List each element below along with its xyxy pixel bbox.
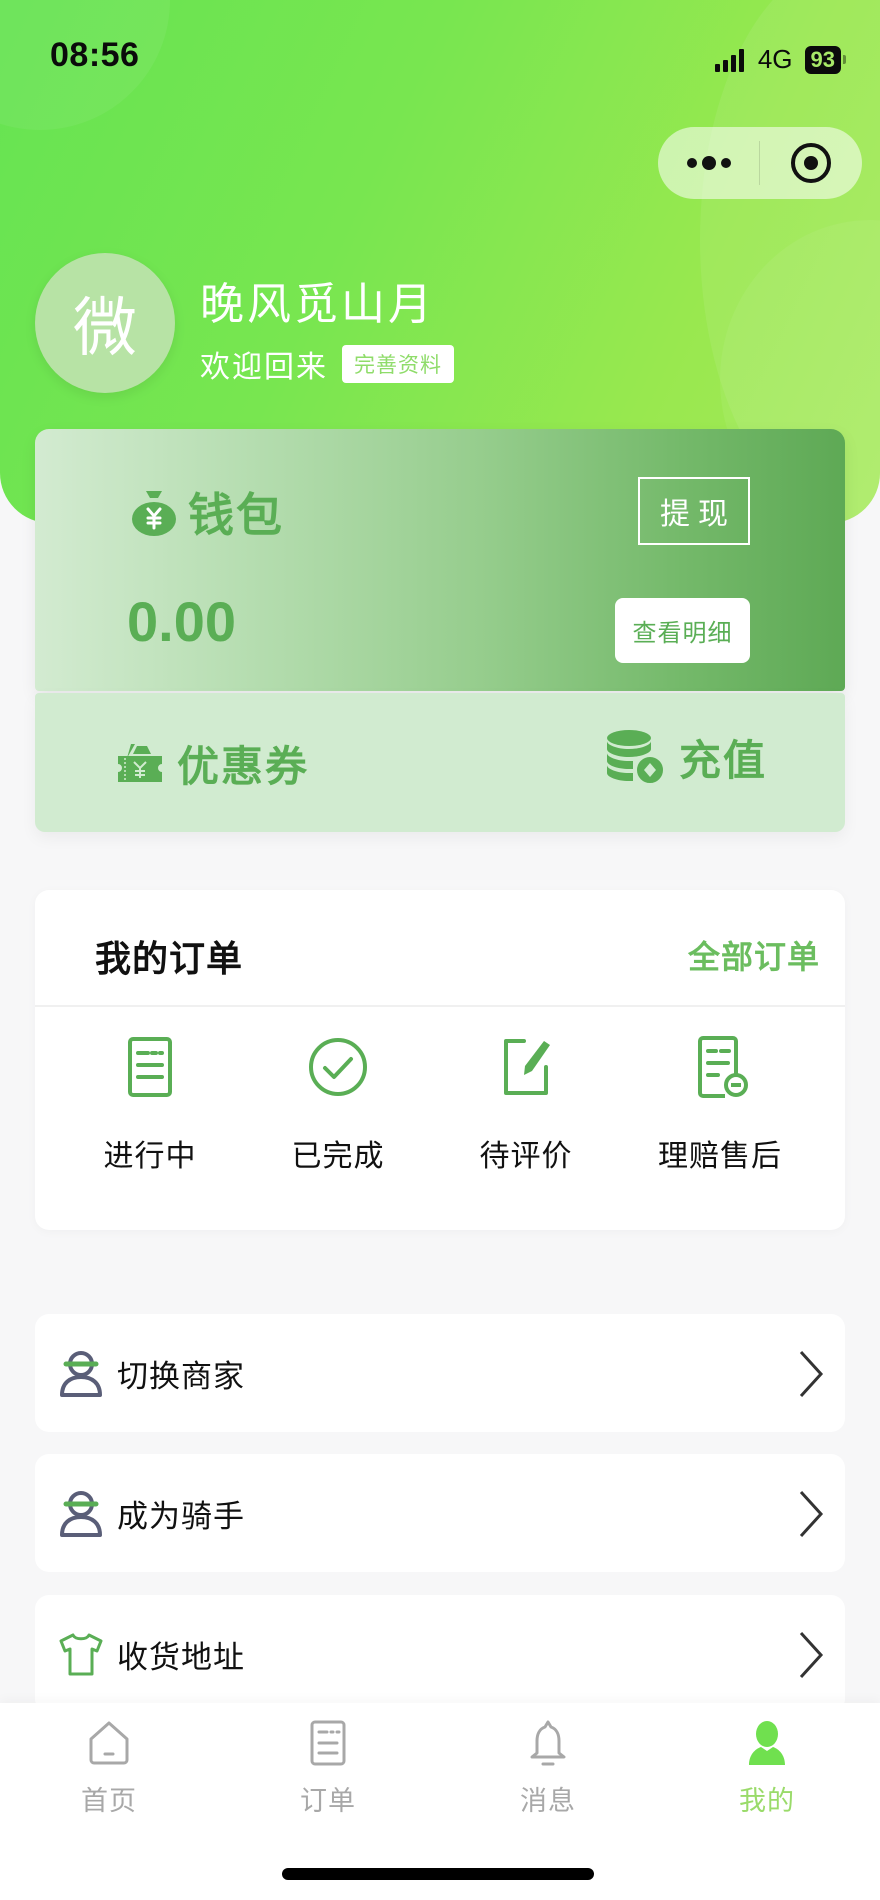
tab-home[interactable]: 首页 <box>49 1719 169 1818</box>
all-orders-link[interactable]: 全部订单 <box>688 932 820 978</box>
chevron-right-icon <box>799 1631 824 1679</box>
close-miniprogram-button[interactable] <box>760 143 862 183</box>
wallet-card: 钱包 提现 0.00 查看明细 <box>35 429 845 691</box>
menu-item-label: 切换商家 <box>117 1358 245 1395</box>
orders-title: 我的订单 <box>95 939 244 980</box>
tab-label: 首页 <box>81 1786 137 1817</box>
tab-label: 消息 <box>520 1786 576 1817</box>
coins-icon <box>607 729 665 785</box>
list-doc-icon <box>128 1037 172 1097</box>
view-details-button[interactable]: 查看明细 <box>615 598 750 663</box>
coupon-button[interactable]: 优惠券 <box>115 733 309 794</box>
menu-item-label: 成为骑手 <box>117 1498 245 1535</box>
status-time: 08:56 <box>50 36 140 74</box>
avatar[interactable]: 微 <box>35 253 175 393</box>
network-type: 4G <box>757 44 793 74</box>
menu-item-shipping-address[interactable]: 收货地址 <box>35 1595 845 1713</box>
person-cap-icon <box>60 1351 102 1397</box>
withdraw-button[interactable]: 提现 <box>638 477 750 545</box>
home-icon <box>89 1721 129 1765</box>
order-status-completed[interactable]: 已完成 <box>238 1035 438 1175</box>
person-cap-icon <box>60 1491 102 1537</box>
coupon-icon <box>118 743 162 782</box>
recharge-button[interactable]: 充值 <box>605 727 767 788</box>
battery-tip-icon <box>843 55 846 64</box>
doc-minus-icon <box>698 1036 748 1098</box>
order-status-after-sales[interactable]: 理赔售后 <box>620 1035 820 1175</box>
order-status-label: 理赔售后 <box>658 1139 782 1174</box>
tab-orders[interactable]: 订单 <box>268 1719 388 1818</box>
bell-icon <box>530 1720 566 1766</box>
quick-actions-card: 优惠券 充值 <box>35 693 845 832</box>
tshirt-icon <box>59 1633 103 1676</box>
target-circle-icon <box>791 143 831 183</box>
menu-item-switch-merchant[interactable]: 切换商家 <box>35 1314 845 1432</box>
coupon-label: 优惠券 <box>177 742 310 791</box>
miniprogram-capsule <box>658 127 862 199</box>
welcome-text: 欢迎回来 <box>200 350 328 385</box>
orders-divider <box>35 1005 845 1007</box>
order-status-in-progress[interactable]: 进行中 <box>50 1035 250 1175</box>
complete-profile-button[interactable]: 完善资料 <box>342 345 454 383</box>
order-status-label: 待评价 <box>479 1139 573 1174</box>
username: 晚风觅山月 <box>200 279 435 330</box>
signal-icon <box>714 48 744 72</box>
wallet-title: 钱包 <box>130 479 284 545</box>
status-indicators: 4G 93 <box>714 44 846 75</box>
check-circle-icon <box>309 1038 367 1096</box>
tab-label: 订单 <box>300 1786 356 1817</box>
order-list-icon <box>310 1720 346 1766</box>
battery-level: 93 <box>804 45 841 74</box>
order-status-label: 已完成 <box>291 1139 385 1174</box>
my-orders-card: 我的订单 全部订单 进行中 已完成 待评价 理赔售后 <box>35 890 845 1230</box>
money-bag-icon <box>132 491 176 536</box>
recharge-label: 充值 <box>679 736 768 785</box>
home-indicator[interactable] <box>282 1868 594 1880</box>
user-icon <box>749 1721 785 1765</box>
tab-messages[interactable]: 消息 <box>488 1719 608 1818</box>
edit-icon <box>504 1039 550 1095</box>
more-dots-icon[interactable] <box>658 156 759 170</box>
tab-label: 我的 <box>739 1786 795 1817</box>
chevron-right-icon <box>799 1350 824 1398</box>
menu-item-become-rider[interactable]: 成为骑手 <box>35 1454 845 1572</box>
tab-profile[interactable]: 我的 <box>707 1719 827 1818</box>
wallet-balance: 0.00 <box>127 590 236 653</box>
order-status-pending-review[interactable]: 待评价 <box>426 1035 626 1175</box>
menu-item-label: 收货地址 <box>117 1639 245 1676</box>
wallet-label: 钱包 <box>188 488 284 542</box>
chevron-right-icon <box>799 1490 824 1538</box>
order-status-label: 进行中 <box>103 1139 197 1174</box>
